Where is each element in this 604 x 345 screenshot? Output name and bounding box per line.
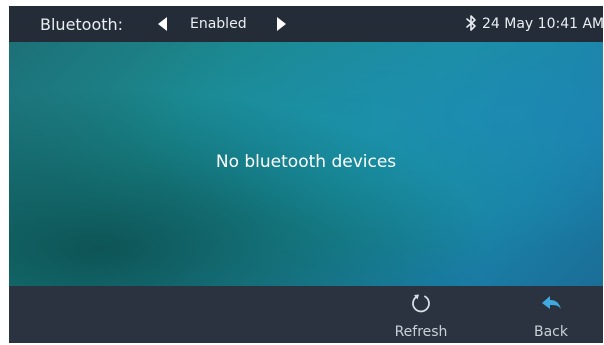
date-time: 24 May 10:41 AM bbox=[482, 16, 603, 32]
phone-screen: Bluetooth: Enabled 24 May 10:41 AM No bl… bbox=[9, 6, 603, 343]
refresh-label: Refresh bbox=[394, 324, 448, 340]
back-arrow-icon bbox=[542, 296, 561, 309]
refresh-button[interactable]: Refresh bbox=[381, 286, 461, 343]
bluetooth-icon bbox=[466, 15, 476, 31]
bluetooth-setting-label: Bluetooth: bbox=[40, 15, 124, 34]
bluetooth-setting-value: Enabled bbox=[190, 16, 247, 32]
next-option-arrow-icon[interactable] bbox=[277, 17, 286, 31]
back-label: Back bbox=[534, 324, 568, 340]
refresh-icon bbox=[412, 294, 430, 313]
empty-state-message: No bluetooth devices bbox=[215, 152, 397, 172]
back-button[interactable]: Back bbox=[511, 286, 591, 343]
previous-option-arrow-icon[interactable] bbox=[158, 17, 167, 31]
device-list-area: No bluetooth devices bbox=[9, 42, 603, 286]
softkey-bar: Refresh Back bbox=[9, 286, 603, 343]
top-bar: Bluetooth: Enabled 24 May 10:41 AM bbox=[9, 6, 603, 42]
